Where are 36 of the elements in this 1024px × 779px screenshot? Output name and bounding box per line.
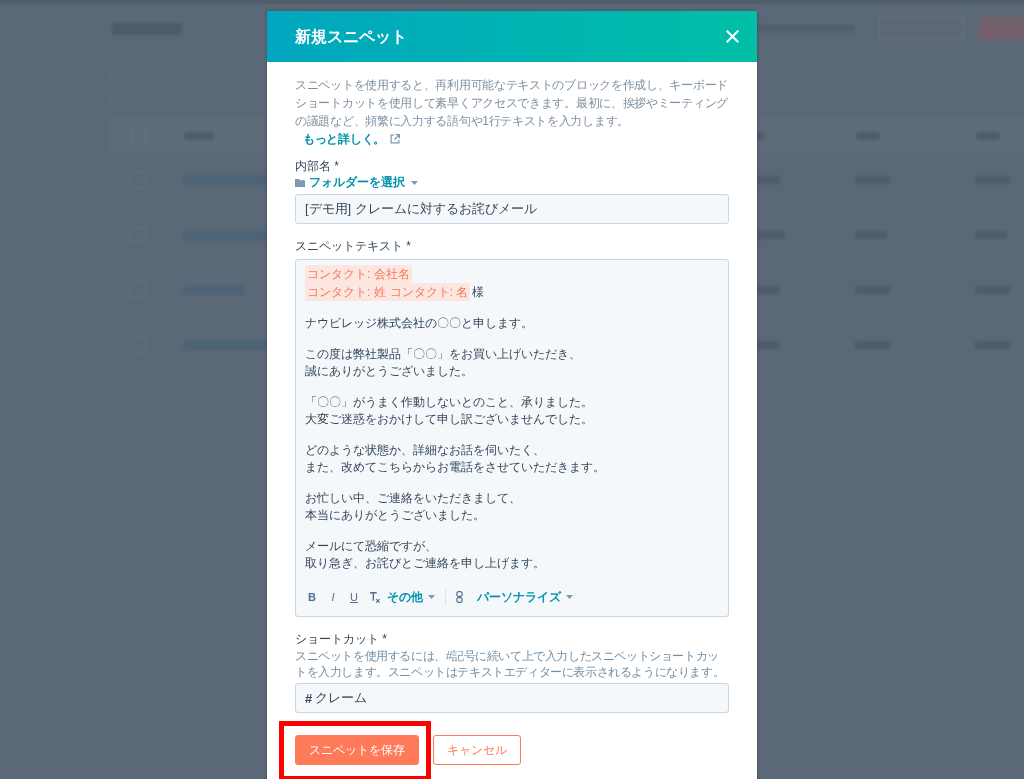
personalization-token: コンタクト: 名 [387, 283, 471, 301]
modal-title: 新規スニペット [295, 26, 407, 47]
folder-select[interactable]: フォルダーを選択 [295, 174, 418, 191]
toolbar-menu-button[interactable]: パーソナライズ [477, 588, 573, 606]
folder-icon [295, 178, 305, 187]
description-text: スニペットを使用すると、再利用可能なテキストのブロックを作成し、キーボードショートカットを使用して素早くアクセスできます。最初に、挨拶やミーティングの議題など、頻繁に入力する語句や1行テキストを入力します。 もっと詳しく。 [295, 77, 729, 148]
external-link-icon [389, 134, 400, 144]
internal-name-field[interactable]: [デモ用] クレームに対するお詫びメール [295, 194, 729, 224]
italic-button[interactable]: I [326, 588, 340, 606]
caret-icon [566, 595, 573, 599]
snippet-text-editor[interactable] [295, 259, 729, 617]
caret-icon [428, 595, 435, 599]
caret-icon [411, 180, 418, 185]
personalization-token: コンタクト: 会社名 [305, 265, 412, 283]
close-icon [726, 30, 739, 43]
link-icon[interactable] [456, 591, 463, 603]
clear-format-icon[interactable] [370, 591, 380, 603]
shortcut-field[interactable]: # クレーム [295, 683, 729, 713]
field-label: ショートカット * [295, 631, 388, 647]
cancel-button[interactable]: キャンセル [433, 735, 521, 765]
toolbar-menu-button[interactable]: その他 [387, 588, 435, 606]
snippet-paragraph: この度は弊社製品「〇〇」をお買い上げいただき、 誠にありがとうございました。 [305, 346, 582, 380]
save-button[interactable]: スニペットを保存 [295, 735, 419, 765]
greeting-text: 様 [471, 285, 485, 299]
help-text: スニペットを使用するには、#記号に続いて上で入力したスニペットショートカットを入力します。スニペットはテキストエディターに表示されるようになります。 [295, 648, 726, 680]
snippet-paragraph: ナウビレッジ株式会社の〇〇と申します。 [305, 315, 534, 332]
bold-button[interactable]: B [305, 588, 319, 606]
field-label: スニペットテキスト * [295, 238, 412, 254]
underline-button[interactable]: U [347, 588, 361, 606]
learn-more-link[interactable]: もっと詳しく。 [303, 132, 400, 146]
snippet-paragraph: メールにて恐縮ですが、 取り急ぎ、お詫びとご連絡を申し上げます。 [305, 538, 546, 572]
field-label: 内部名 * [295, 158, 340, 174]
snippet-paragraph: どのような状態か、詳細なお話を伺いたく、 また、改めてこちらからお電話をさせていただきます。 [305, 442, 606, 476]
personalization-token: コンタクト: 姓 [305, 283, 388, 301]
snippet-paragraph: お忙しい中、ご連絡をいただきまして、 本当にありがとうございました。 [305, 490, 522, 524]
snippet-paragraph: 「〇〇」がうまく作動しないとのこと、承りました。 大変ご迷惑をおかけして申し訳ございませんでした。 [305, 394, 594, 428]
